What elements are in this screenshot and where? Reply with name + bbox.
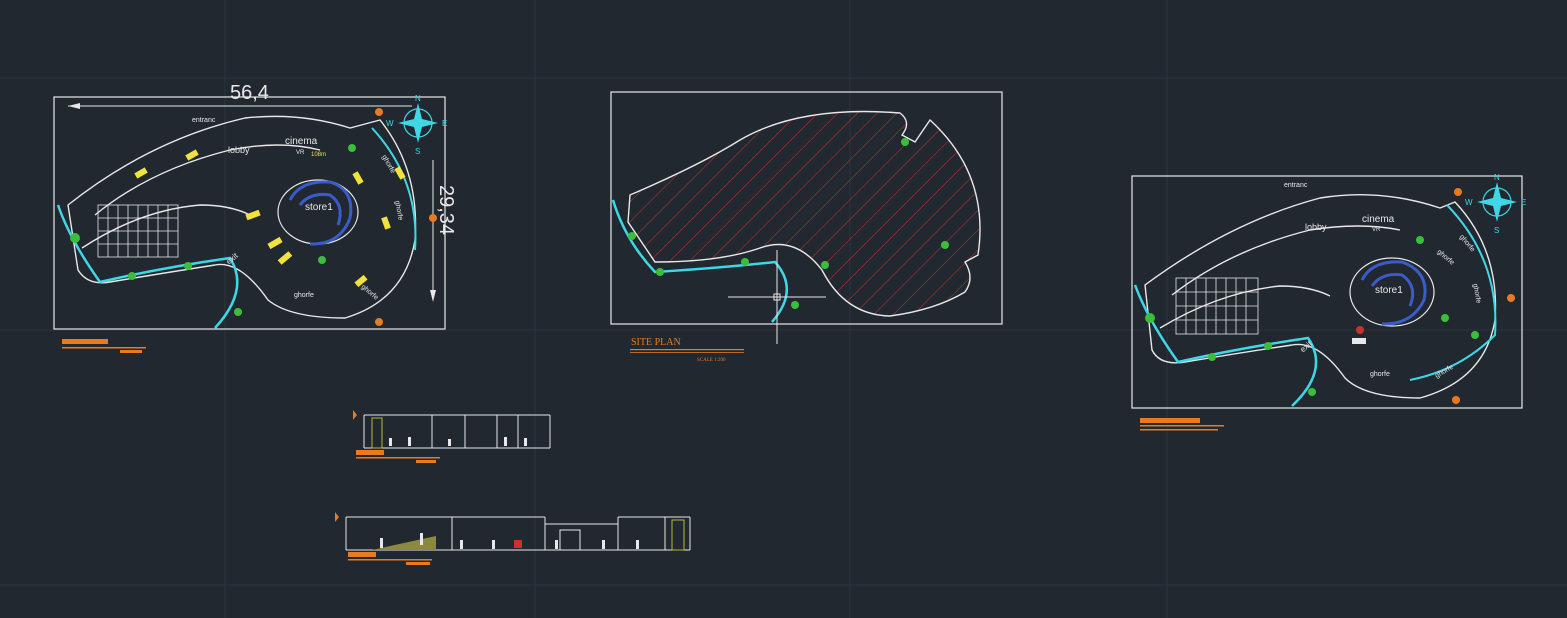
compass-w: W [386,119,394,128]
vr-label-right: VR [1372,227,1381,233]
compass-n: N [415,94,421,103]
drawing-canvas[interactable]: 56,4 29,34 entranc lobby cinema VR 108m … [0,0,1567,618]
site-plan-hatch-area [627,110,981,317]
ghorfe-label-right-3: ghorfe [1458,234,1476,254]
section-markers-left [375,108,437,326]
site-plan-title-underline-2 [630,352,744,353]
site-plan[interactable]: SITE PLAN SCALE 1:200 [610,91,1003,363]
compass-right-n: N [1494,173,1500,182]
store-label-right: store1 [1375,285,1403,296]
fixture-right [1352,338,1366,344]
site-plan-title-underline [630,349,744,351]
width-dimension: 56,4 [68,82,412,109]
facade-cyan-right-left [371,127,417,251]
cinema-label: cinema [285,136,318,147]
ghorfe-label-right-5: ghorfe [1471,283,1481,304]
lobby-label-right: lobby [1305,222,1327,232]
red-fixture-right [1356,326,1364,334]
entrance-label: entranc [192,117,216,124]
entrance-label-right: entranc [1284,182,1308,189]
compass-e: E [442,119,447,128]
floor-plan-right[interactable]: entranc lobby cinema VR store1 exit ghor… [1131,173,1526,431]
cad-model-space[interactable]: 56,4 29,34 entranc lobby cinema VR 108m … [0,0,1567,618]
cinema-area-label: 108m [311,152,326,158]
site-plan-scale: SCALE 1:200 [697,358,726,363]
compass-s: S [415,147,420,156]
section-2-title-block [348,552,432,565]
ghorfe-label-right-2: ghorfe [1434,364,1455,380]
site-plan-title: SITE PLAN [631,337,681,348]
section-elevation-1[interactable] [353,410,551,463]
section-elevation-2[interactable] [335,512,691,565]
ghorfe-label-2: ghorfe [360,284,380,302]
store-label: store1 [305,202,333,213]
ghorfe-label-right-1: ghorfe [1370,371,1390,378]
ghorfe-label-right-4: ghorfe [1436,249,1456,267]
cinema-seats-left [97,204,179,258]
height-dimension: 29,34 [430,160,457,302]
room-labels-left: entranc lobby cinema VR 108m store1 exit… [192,117,404,302]
exit-label: exit [224,251,240,266]
lobby-label: lobby [228,145,250,155]
compass-right-s: S [1494,226,1499,235]
height-dimension-text: 29,34 [435,185,457,235]
section-1-title-block [356,450,440,463]
ghorfe-label-1: ghorfe [294,292,314,299]
cinema-seats-right [1175,277,1259,335]
title-block-left [62,339,146,353]
compass-right-w: W [1465,198,1473,207]
exit-label-right: exit [1298,339,1314,354]
title-block-right [1140,418,1224,431]
compass-left: N S E W [386,94,447,156]
floor-plan-left[interactable]: 56,4 29,34 entranc lobby cinema VR 108m … [53,82,457,353]
compass-right: N S E W [1465,173,1526,235]
cinema-label-right: cinema [1362,214,1395,225]
width-dimension-text: 56,4 [230,82,269,104]
plants-right [1145,236,1479,396]
vr-label: VR [296,150,305,156]
compass-right-e: E [1521,198,1526,207]
ghorfe-label-4: ghorfe [393,200,403,221]
